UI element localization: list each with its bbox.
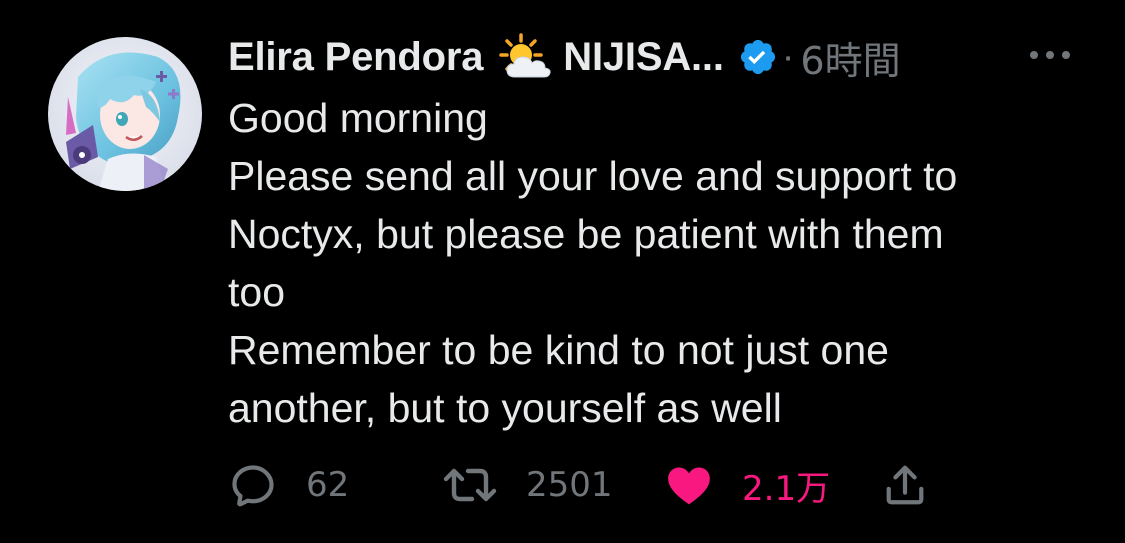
name-suffix[interactable]: NIJISA... [563,35,724,80]
timestamp[interactable]: 6時間 [800,30,900,85]
tweet[interactable]: Elira Pendora NIJISA... · 6時間 Good morni… [0,0,1125,543]
retweet-button[interactable]: 2501 [442,455,613,515]
share-button[interactable] [882,455,928,515]
avatar[interactable] [48,37,202,191]
verified-badge-icon [738,37,778,77]
more-options-icon[interactable] [1026,40,1074,70]
heart-icon [664,460,714,510]
tweet-header: Elira Pendora NIJISA... · 6時間 [228,30,901,84]
reply-count: 62 [306,465,350,505]
tweet-actions: 62 2501 2.1万 [228,455,948,515]
tweet-text-line: Good morning [228,95,488,141]
tweet-text-line: Noctyx, but please be patient with them [228,211,944,257]
retweet-count: 2501 [526,465,613,505]
avatar-image [48,37,202,191]
separator-dot: · [781,35,795,78]
retweet-icon [442,460,498,510]
tweet-text-line: Remember to be kind to not just one [228,327,889,373]
reply-button[interactable]: 62 [228,455,349,515]
reply-icon [228,460,278,510]
like-count: 2.1万 [742,468,831,509]
like-button[interactable]: 2.1万 [664,455,830,515]
sun-behind-cloud-icon [499,33,553,81]
tweet-text-line: another, but to yourself as well [228,385,782,431]
tweet-text: Good morning Please send all your love a… [228,89,1088,437]
share-icon [882,460,928,510]
tweet-text-line: too [228,269,285,315]
display-name[interactable]: Elira Pendora [228,35,483,80]
tweet-text-line: Please send all your love and support to [228,153,958,199]
